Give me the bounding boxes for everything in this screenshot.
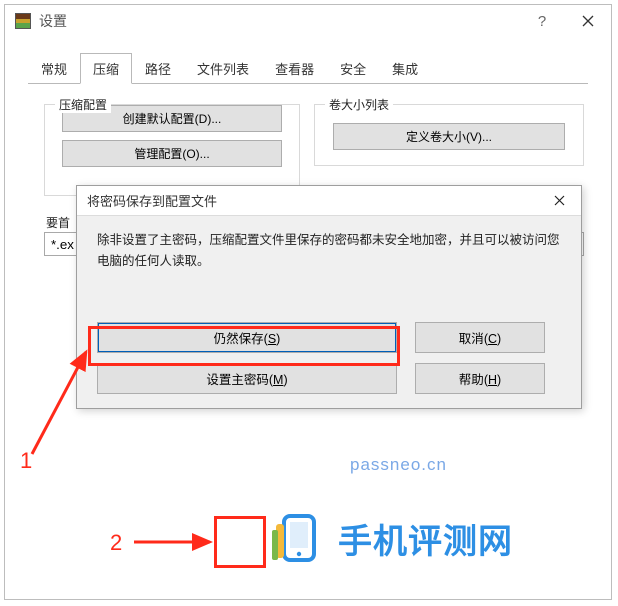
help-button[interactable]: 帮助(H) — [415, 363, 545, 394]
define-volume-sizes-button[interactable]: 定义卷大小(V)... — [333, 123, 565, 150]
close-icon[interactable] — [565, 6, 611, 36]
brand-logo: 手机评测网 — [270, 510, 513, 566]
save-password-dialog: 将密码保存到配置文件 除非设置了主密码，压缩配置文件里保存的密码都未安全地加密，… — [76, 185, 582, 409]
cancel-label: 取消 — [459, 332, 484, 346]
volume-sizes-group: 卷大小列表 定义卷大小(V)... — [314, 104, 584, 166]
tab-viewer[interactable]: 查看器 — [262, 53, 327, 84]
set-master-password-button[interactable]: 设置主密码(M) — [97, 363, 397, 394]
compress-config-legend: 压缩配置 — [55, 96, 111, 113]
save-anyway-label: 仍然保存 — [214, 332, 264, 346]
tab-security[interactable]: 安全 — [327, 53, 379, 84]
winrar-icon — [15, 13, 31, 29]
compress-config-group: 压缩配置 创建默认配置(D)... 管理配置(O)... — [44, 104, 300, 196]
priority-label: 要首 — [46, 214, 70, 231]
dialog-message: 除非设置了主密码，压缩配置文件里保存的密码都未安全地加密，并且可以被访问您电脑的… — [77, 216, 581, 273]
dialog-titlebar: 将密码保存到配置文件 — [77, 186, 581, 216]
tab-general[interactable]: 常规 — [28, 53, 80, 84]
tabstrip: 常规 压缩 路径 文件列表 查看器 安全 集成 — [28, 58, 588, 84]
annotation-step-2: 2 — [110, 530, 122, 556]
cancel-button[interactable]: 取消(C) — [415, 322, 545, 353]
tab-filelist[interactable]: 文件列表 — [184, 53, 262, 84]
annotation-step-1: 1 — [20, 448, 32, 474]
dialog-close-icon[interactable] — [537, 187, 581, 215]
brand-text: 手机评测网 — [338, 514, 513, 563]
save-anyway-button[interactable]: 仍然保存(S) — [97, 322, 397, 353]
manage-profiles-button[interactable]: 管理配置(O)... — [62, 140, 282, 167]
dialog-title: 将密码保存到配置文件 — [87, 191, 217, 210]
tab-path[interactable]: 路径 — [132, 53, 184, 84]
help-icon[interactable] — [519, 6, 565, 36]
window-title: 设置 — [39, 11, 67, 31]
set-master-label: 设置主密码 — [206, 373, 269, 387]
watermark-url: passneo.cn — [350, 455, 447, 475]
tab-integration[interactable]: 集成 — [379, 53, 431, 84]
phone-logo-icon — [270, 510, 326, 566]
volume-sizes-legend: 卷大小列表 — [325, 96, 393, 113]
help-label: 帮助 — [459, 373, 484, 387]
titlebar: 设置 — [5, 5, 611, 37]
tab-compression[interactable]: 压缩 — [80, 53, 132, 84]
